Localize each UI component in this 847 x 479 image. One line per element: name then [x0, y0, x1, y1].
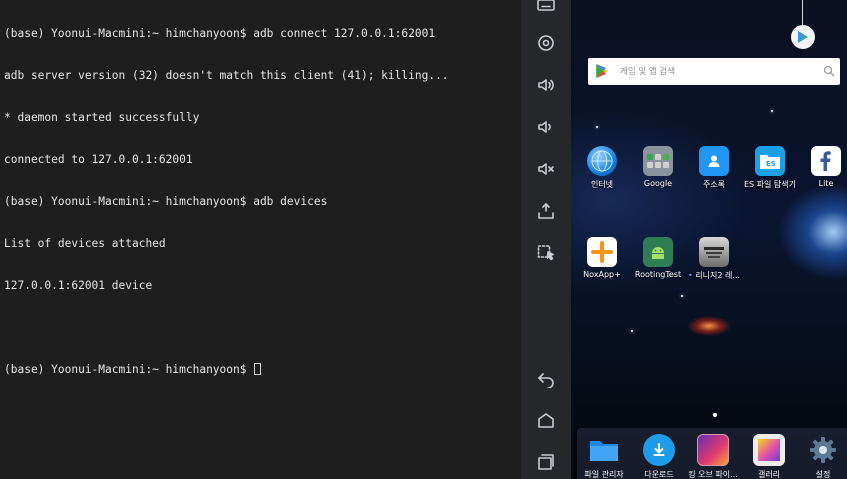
play-store-icon: [798, 31, 808, 43]
terminal-line: (base) Yoonui-Macmini:~ himchanyoon$ adb…: [4, 195, 328, 208]
terminal-cursor: [254, 363, 262, 375]
emulator-toolbar: [521, 0, 571, 479]
app-label: Lite: [818, 179, 834, 188]
dock-app-downloads[interactable]: 다운로드: [631, 434, 687, 479]
volume-down-button[interactable]: [534, 115, 558, 139]
keyboard-button[interactable]: [534, 0, 558, 17]
location-button[interactable]: [534, 31, 558, 55]
terminal-line: adb server version (32) doesn't match th…: [4, 69, 449, 82]
terminal-window[interactable]: (base) Yoonui-Macmini:~ himchanyoon$ adb…: [0, 0, 521, 479]
app-label: 인터넷: [590, 180, 614, 189]
android-icon: [643, 237, 673, 267]
contacts-icon: [699, 146, 729, 176]
screenshot-icon: [537, 245, 554, 261]
app-label: 킹 오브 파이...: [688, 470, 738, 479]
app-label: • 리니지2 레...: [686, 270, 742, 281]
page-indicator: [713, 413, 717, 417]
keyboard-icon: [537, 0, 555, 11]
wallpaper-star: [596, 126, 598, 128]
app-google-folder[interactable]: Google: [630, 146, 686, 188]
wallpaper-star: [771, 110, 773, 112]
download-icon: [643, 434, 675, 466]
terminal-line: connected to 127.0.0.1:62001: [4, 153, 193, 166]
mute-button[interactable]: [534, 157, 558, 181]
apk-install-button[interactable]: [534, 199, 558, 223]
volume-down-icon: [538, 121, 551, 133]
terminal-line: List of devices attached: [4, 237, 166, 250]
location-icon: [538, 35, 554, 51]
back-icon: [538, 373, 554, 388]
google-folder-icon: [643, 146, 673, 176]
globe-icon: [587, 146, 617, 176]
app-noxapp[interactable]: NoxApp+: [574, 237, 630, 279]
settings-icon: [807, 434, 839, 466]
dock-app-king-of-fighters[interactable]: 킹 오브 파이...: [685, 434, 741, 479]
facebook-icon: [811, 146, 841, 176]
notification-line: [802, 0, 803, 26]
dock-app-file-manager[interactable]: 파일 관리자: [576, 434, 632, 479]
app-label: RootingTest: [634, 270, 682, 279]
wallpaper-star: [631, 330, 633, 332]
app-label: ES 파일 탐색기: [743, 180, 797, 189]
mute-icon: [538, 163, 554, 175]
app-rootingtest[interactable]: RootingTest: [630, 237, 686, 279]
recent-apps-icon: [538, 454, 554, 470]
back-button[interactable]: [534, 366, 558, 390]
android-home-screen[interactable]: 게임 및 앱 검색 인터넷 Google 주소록 ES ES 파일 탐색기 Li…: [571, 0, 847, 479]
svg-text:ES: ES: [766, 160, 776, 168]
play-store-shortcut[interactable]: [791, 25, 815, 49]
app-label-text: 리니지2 레...: [695, 271, 740, 280]
app-label: 설정: [815, 470, 831, 479]
search-icon: [823, 65, 835, 77]
es-explorer-icon: ES: [755, 146, 785, 176]
folder-icon: [588, 434, 620, 466]
screenshot-button[interactable]: [534, 241, 558, 265]
volume-up-icon: [538, 79, 554, 91]
app-label: 다운로드: [644, 470, 674, 479]
app-label: NoxApp+: [583, 270, 621, 279]
app-label: 주소록: [702, 180, 726, 189]
terminal-prompt-line[interactable]: (base) Yoonui-Macmini:~ himchanyoon$: [4, 363, 449, 377]
gallery-icon: [753, 434, 785, 466]
volume-up-button[interactable]: [534, 73, 558, 97]
apk-install-icon: [538, 203, 554, 219]
dock-app-settings[interactable]: 설정: [795, 434, 847, 479]
app-internet[interactable]: 인터넷: [574, 146, 630, 190]
play-search-bar[interactable]: 게임 및 앱 검색: [588, 58, 840, 85]
app-label: Google: [643, 179, 673, 188]
app-facebook-lite[interactable]: Lite: [798, 146, 847, 188]
wallpaper-star: [681, 295, 683, 297]
king-of-fighters-icon: [697, 434, 729, 466]
dock-app-gallery[interactable]: 갤러리: [741, 434, 797, 479]
app-lineage2[interactable]: • 리니지2 레...: [686, 237, 742, 281]
search-placeholder: 게임 및 앱 검색: [620, 67, 676, 77]
home-icon: [538, 413, 554, 428]
terminal-output: (base) Yoonui-Macmini:~ himchanyoon$ adb…: [4, 0, 449, 405]
app-contacts[interactable]: 주소록: [686, 146, 742, 190]
app-dock: 파일 관리자 다운로드 킹 오브 파이... 갤러리 설정: [577, 428, 847, 479]
play-store-icon: [596, 64, 608, 78]
app-label: 갤러리: [757, 470, 781, 479]
terminal-prompt: (base) Yoonui-Macmini:~ himchanyoon$: [4, 363, 254, 376]
noxapp-icon: [587, 237, 617, 267]
terminal-line: * daemon started successfully: [4, 111, 200, 124]
app-es-file-explorer[interactable]: ES ES 파일 탐색기: [742, 146, 798, 190]
home-button[interactable]: [534, 408, 558, 432]
terminal-line: (base) Yoonui-Macmini:~ himchanyoon$ adb…: [4, 27, 436, 40]
recent-apps-button[interactable]: [534, 450, 558, 474]
app-label: 파일 관리자: [584, 470, 624, 479]
terminal-line: 127.0.0.1:62001 device: [4, 279, 153, 292]
lineage-icon: [699, 237, 729, 267]
